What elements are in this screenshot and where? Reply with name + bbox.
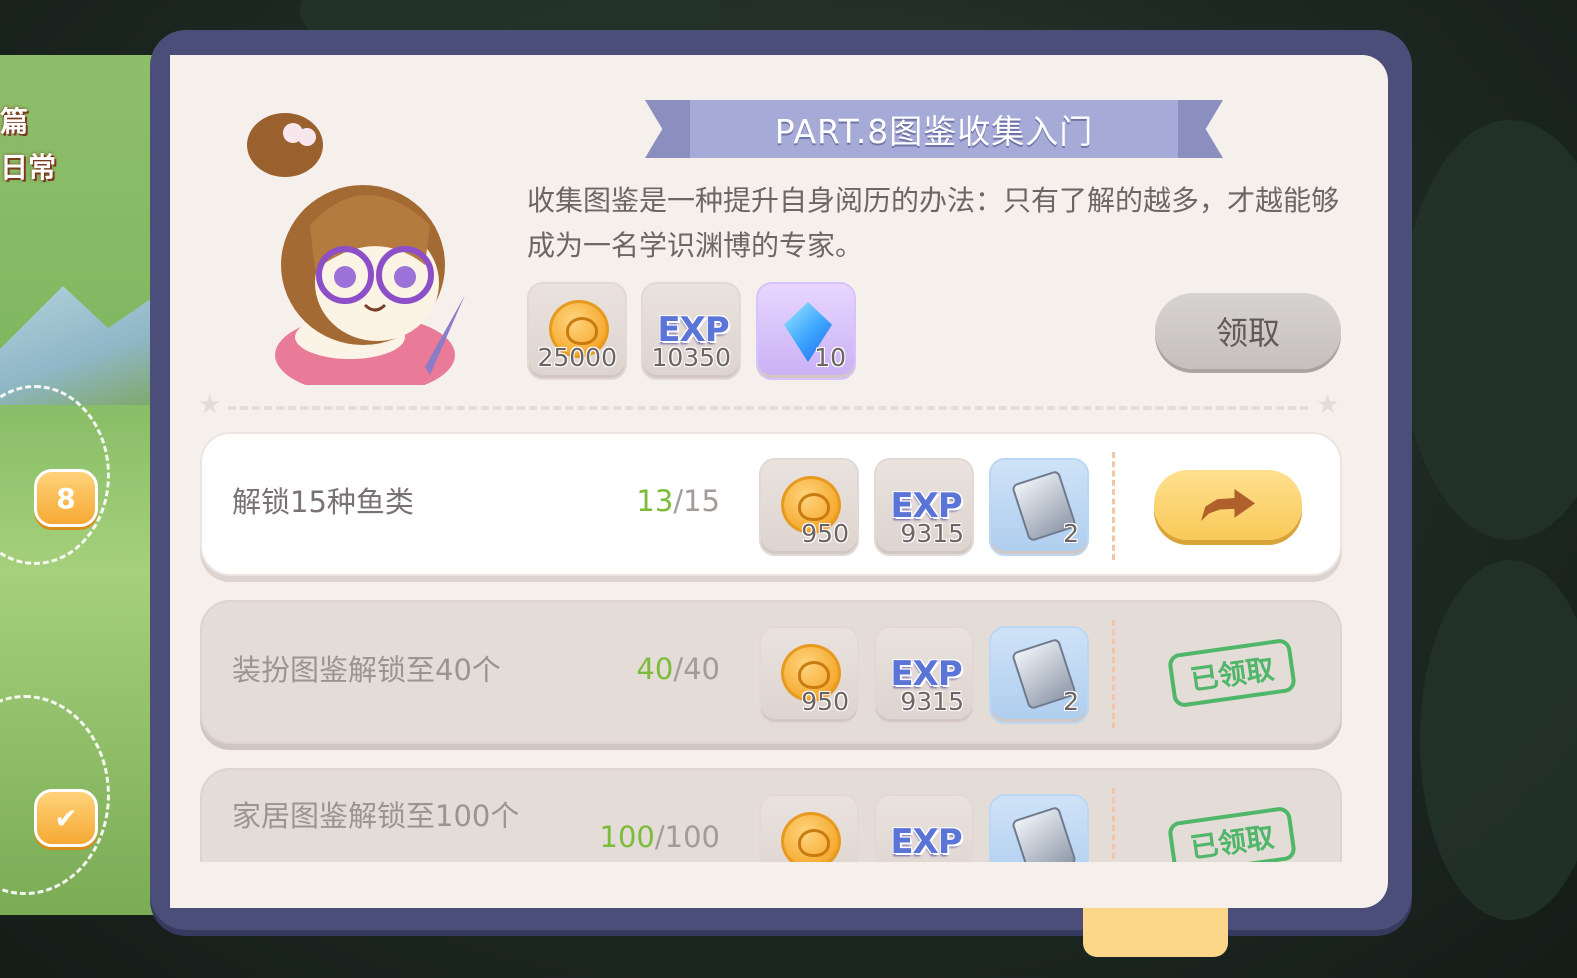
section-divider — [228, 406, 1308, 410]
background-tree — [1420, 560, 1577, 920]
task-row: 家居图鉴解锁至100个 100/100 EXP 已领取 — [200, 768, 1342, 862]
bottom-tab[interactable] — [1083, 905, 1228, 957]
chapter-title-line1: 篇 — [0, 105, 29, 138]
progress-total: 15 — [683, 484, 720, 518]
reward-coin[interactable]: 950 — [759, 458, 859, 556]
dialog-title: PART.8图鉴收集入门 — [690, 100, 1178, 158]
coin-icon — [781, 812, 841, 862]
reward-amount: 10 — [814, 343, 846, 372]
claim-button[interactable]: 领取 — [1155, 293, 1341, 369]
star-icon: ★ — [198, 390, 222, 420]
reward-amount: 950 — [801, 687, 849, 716]
task-name: 装扮图鉴解锁至40个 — [232, 653, 501, 687]
progress-current: 13 — [636, 484, 674, 518]
arrow-right-icon — [1201, 489, 1255, 521]
task-progress: 13/15 — [636, 484, 720, 518]
claimed-stamp: 已领取 — [1166, 637, 1298, 709]
reward-amount: 2 — [1063, 687, 1079, 716]
progress-separator: / — [673, 652, 684, 686]
progress-total: 40 — [683, 652, 720, 686]
reward-amount: 9315 — [900, 687, 964, 716]
task-progress: 40/40 — [636, 652, 720, 686]
reward-coin[interactable] — [759, 794, 859, 862]
background-tree — [1400, 120, 1577, 540]
progress-current: 40 — [636, 652, 674, 686]
check-icon: ✔ — [54, 801, 78, 835]
level-node-badge[interactable]: 8 — [34, 469, 98, 527]
reward-amount: 9315 — [900, 519, 964, 548]
claimed-stamp: 已领取 — [1166, 805, 1298, 862]
reward-amount: 2 — [1063, 519, 1079, 548]
progress-separator: / — [673, 484, 684, 518]
reward-ticket[interactable] — [989, 794, 1089, 862]
row-separator — [1112, 452, 1115, 560]
task-row: 装扮图鉴解锁至40个 40/40 950 EXP 9315 2 已领取 — [200, 600, 1342, 744]
level-node-completed[interactable]: ✔ — [34, 789, 98, 847]
reward-diamond[interactable]: 10 — [756, 282, 856, 380]
reward-exp[interactable]: EXP 9315 — [874, 458, 974, 556]
task-list[interactable]: 解锁15种鱼类 13/15 950 EXP 9315 2 装扮图鉴解锁至40个 … — [198, 432, 1348, 862]
go-to-task-button[interactable] — [1154, 470, 1302, 540]
reward-amount: 10350 — [651, 343, 731, 372]
progress-separator: / — [654, 820, 665, 854]
progress-current: 100 — [599, 820, 655, 854]
ticket-icon — [1010, 805, 1078, 862]
reward-coin[interactable]: 25000 — [527, 282, 627, 380]
reward-amount: 950 — [801, 519, 849, 548]
reward-exp[interactable]: EXP 10350 — [641, 282, 741, 380]
reward-amount: 25000 — [537, 343, 617, 372]
row-separator — [1112, 620, 1115, 728]
task-name: 解锁15种鱼类 — [232, 485, 414, 519]
task-progress: 100/100 — [600, 820, 721, 854]
npc-character-portrait — [247, 113, 465, 385]
star-icon: ★ — [1316, 390, 1340, 420]
chapter-title-line2: 日常 — [0, 151, 57, 184]
reward-ticket[interactable]: 2 — [989, 626, 1089, 724]
exp-icon: EXP — [890, 822, 962, 862]
row-separator — [1112, 788, 1115, 862]
reward-exp[interactable]: EXP — [874, 794, 974, 862]
reward-exp[interactable]: EXP 9315 — [874, 626, 974, 724]
reward-ticket[interactable]: 2 — [989, 458, 1089, 556]
dialog-description: 收集图鉴是一种提升自身阅历的办法：只有了解的越多，才越能够成为一名学识渊博的专家… — [527, 184, 1340, 262]
progress-total: 100 — [664, 820, 720, 854]
reward-coin[interactable]: 950 — [759, 626, 859, 724]
task-name: 家居图鉴解锁至100个 — [232, 799, 520, 833]
task-row: 解锁15种鱼类 13/15 950 EXP 9315 2 — [200, 432, 1342, 576]
